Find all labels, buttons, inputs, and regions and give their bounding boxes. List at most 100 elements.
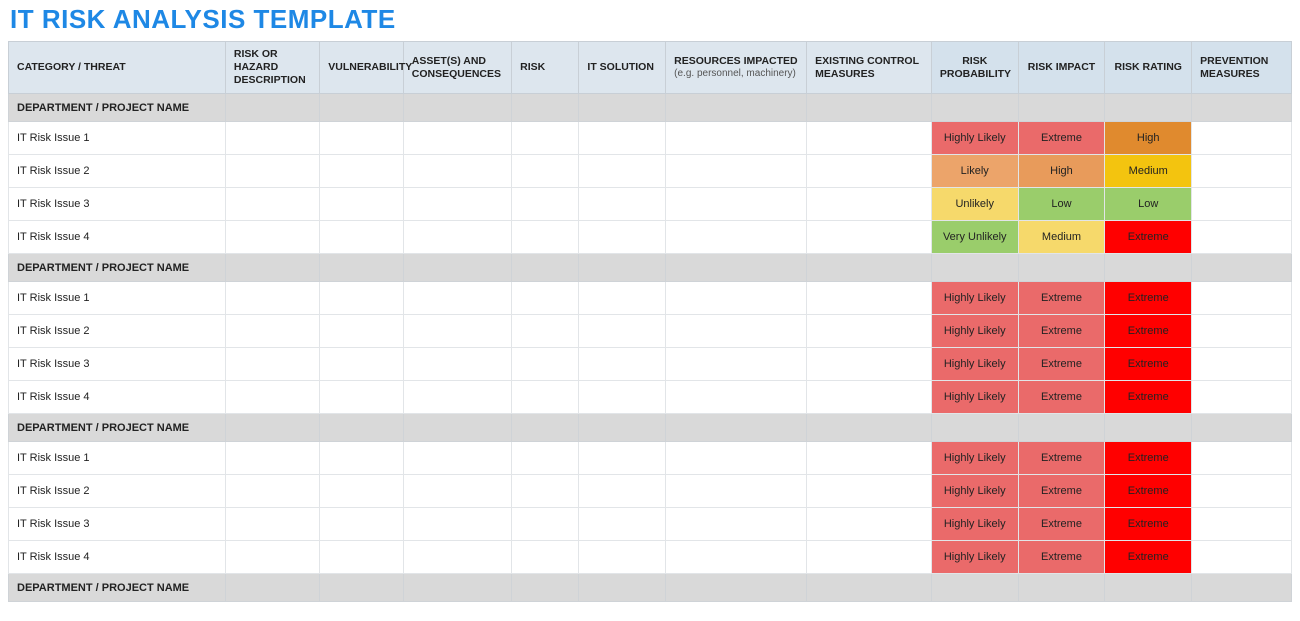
cell-risk-rating[interactable]: Low <box>1105 188 1192 221</box>
cell-empty[interactable] <box>666 122 807 155</box>
cell-risk-probability[interactable]: Likely <box>931 155 1018 188</box>
cell-risk-rating[interactable]: Extreme <box>1105 475 1192 508</box>
cell-prevention[interactable] <box>1192 188 1292 221</box>
department-label[interactable]: DEPARTMENT / PROJECT NAME <box>9 414 226 442</box>
cell-empty[interactable] <box>512 475 579 508</box>
cell-empty[interactable] <box>512 155 579 188</box>
cell-empty[interactable] <box>512 188 579 221</box>
cell-category[interactable]: IT Risk Issue 4 <box>9 541 226 574</box>
cell-empty[interactable] <box>403 282 511 315</box>
cell-category[interactable]: IT Risk Issue 3 <box>9 508 226 541</box>
cell-empty[interactable] <box>225 381 319 414</box>
cell-risk-probability[interactable]: Very Unlikely <box>931 221 1018 254</box>
cell-prevention[interactable] <box>1192 221 1292 254</box>
cell-prevention[interactable] <box>1192 508 1292 541</box>
cell-category[interactable]: IT Risk Issue 2 <box>9 475 226 508</box>
cell-empty[interactable] <box>807 221 932 254</box>
cell-empty[interactable] <box>666 221 807 254</box>
cell-risk-impact[interactable]: Extreme <box>1018 541 1105 574</box>
cell-risk-rating[interactable]: Extreme <box>1105 221 1192 254</box>
cell-empty[interactable] <box>807 188 932 221</box>
cell-empty[interactable] <box>579 155 666 188</box>
cell-empty[interactable] <box>579 282 666 315</box>
cell-empty[interactable] <box>320 122 404 155</box>
cell-empty[interactable] <box>807 541 932 574</box>
cell-prevention[interactable] <box>1192 315 1292 348</box>
cell-empty[interactable] <box>807 381 932 414</box>
cell-empty[interactable] <box>225 475 319 508</box>
cell-risk-rating[interactable]: Medium <box>1105 155 1192 188</box>
cell-risk-impact[interactable]: High <box>1018 155 1105 188</box>
cell-empty[interactable] <box>403 508 511 541</box>
cell-empty[interactable] <box>512 442 579 475</box>
cell-risk-impact[interactable]: Medium <box>1018 221 1105 254</box>
cell-empty[interactable] <box>320 348 404 381</box>
cell-empty[interactable] <box>807 508 932 541</box>
cell-prevention[interactable] <box>1192 122 1292 155</box>
cell-empty[interactable] <box>225 348 319 381</box>
cell-category[interactable]: IT Risk Issue 2 <box>9 315 226 348</box>
cell-empty[interactable] <box>320 155 404 188</box>
cell-risk-rating[interactable]: Extreme <box>1105 348 1192 381</box>
cell-empty[interactable] <box>320 475 404 508</box>
cell-prevention[interactable] <box>1192 282 1292 315</box>
cell-category[interactable]: IT Risk Issue 1 <box>9 122 226 155</box>
cell-category[interactable]: IT Risk Issue 4 <box>9 221 226 254</box>
cell-empty[interactable] <box>225 122 319 155</box>
cell-empty[interactable] <box>512 348 579 381</box>
cell-risk-impact[interactable]: Extreme <box>1018 122 1105 155</box>
cell-risk-rating[interactable]: Extreme <box>1105 381 1192 414</box>
cell-empty[interactable] <box>225 541 319 574</box>
cell-empty[interactable] <box>403 381 511 414</box>
cell-risk-probability[interactable]: Highly Likely <box>931 348 1018 381</box>
cell-empty[interactable] <box>579 508 666 541</box>
cell-prevention[interactable] <box>1192 475 1292 508</box>
cell-empty[interactable] <box>666 282 807 315</box>
cell-prevention[interactable] <box>1192 541 1292 574</box>
cell-empty[interactable] <box>403 188 511 221</box>
cell-prevention[interactable] <box>1192 442 1292 475</box>
cell-empty[interactable] <box>403 315 511 348</box>
cell-empty[interactable] <box>403 122 511 155</box>
cell-risk-probability[interactable]: Highly Likely <box>931 508 1018 541</box>
cell-empty[interactable] <box>320 188 404 221</box>
cell-empty[interactable] <box>512 282 579 315</box>
department-label[interactable]: DEPARTMENT / PROJECT NAME <box>9 574 226 602</box>
cell-empty[interactable] <box>320 381 404 414</box>
cell-empty[interactable] <box>579 188 666 221</box>
cell-category[interactable]: IT Risk Issue 1 <box>9 282 226 315</box>
department-label[interactable]: DEPARTMENT / PROJECT NAME <box>9 94 226 122</box>
cell-risk-impact[interactable]: Low <box>1018 188 1105 221</box>
cell-empty[interactable] <box>666 381 807 414</box>
cell-empty[interactable] <box>225 155 319 188</box>
cell-empty[interactable] <box>512 381 579 414</box>
cell-category[interactable]: IT Risk Issue 2 <box>9 155 226 188</box>
cell-risk-probability[interactable]: Unlikely <box>931 188 1018 221</box>
cell-empty[interactable] <box>320 282 404 315</box>
cell-risk-impact[interactable]: Extreme <box>1018 315 1105 348</box>
cell-category[interactable]: IT Risk Issue 3 <box>9 188 226 221</box>
cell-empty[interactable] <box>403 221 511 254</box>
cell-empty[interactable] <box>807 348 932 381</box>
cell-risk-probability[interactable]: Highly Likely <box>931 315 1018 348</box>
cell-empty[interactable] <box>807 442 932 475</box>
cell-empty[interactable] <box>512 508 579 541</box>
cell-empty[interactable] <box>807 122 932 155</box>
cell-prevention[interactable] <box>1192 348 1292 381</box>
cell-empty[interactable] <box>225 188 319 221</box>
cell-category[interactable]: IT Risk Issue 1 <box>9 442 226 475</box>
cell-empty[interactable] <box>807 475 932 508</box>
cell-risk-probability[interactable]: Highly Likely <box>931 541 1018 574</box>
department-label[interactable]: DEPARTMENT / PROJECT NAME <box>9 254 226 282</box>
cell-empty[interactable] <box>225 508 319 541</box>
cell-risk-impact[interactable]: Extreme <box>1018 442 1105 475</box>
cell-empty[interactable] <box>666 475 807 508</box>
cell-empty[interactable] <box>666 508 807 541</box>
cell-empty[interactable] <box>403 475 511 508</box>
cell-empty[interactable] <box>579 348 666 381</box>
cell-risk-rating[interactable]: High <box>1105 122 1192 155</box>
cell-empty[interactable] <box>666 188 807 221</box>
cell-empty[interactable] <box>403 348 511 381</box>
cell-empty[interactable] <box>403 442 511 475</box>
cell-risk-probability[interactable]: Highly Likely <box>931 122 1018 155</box>
